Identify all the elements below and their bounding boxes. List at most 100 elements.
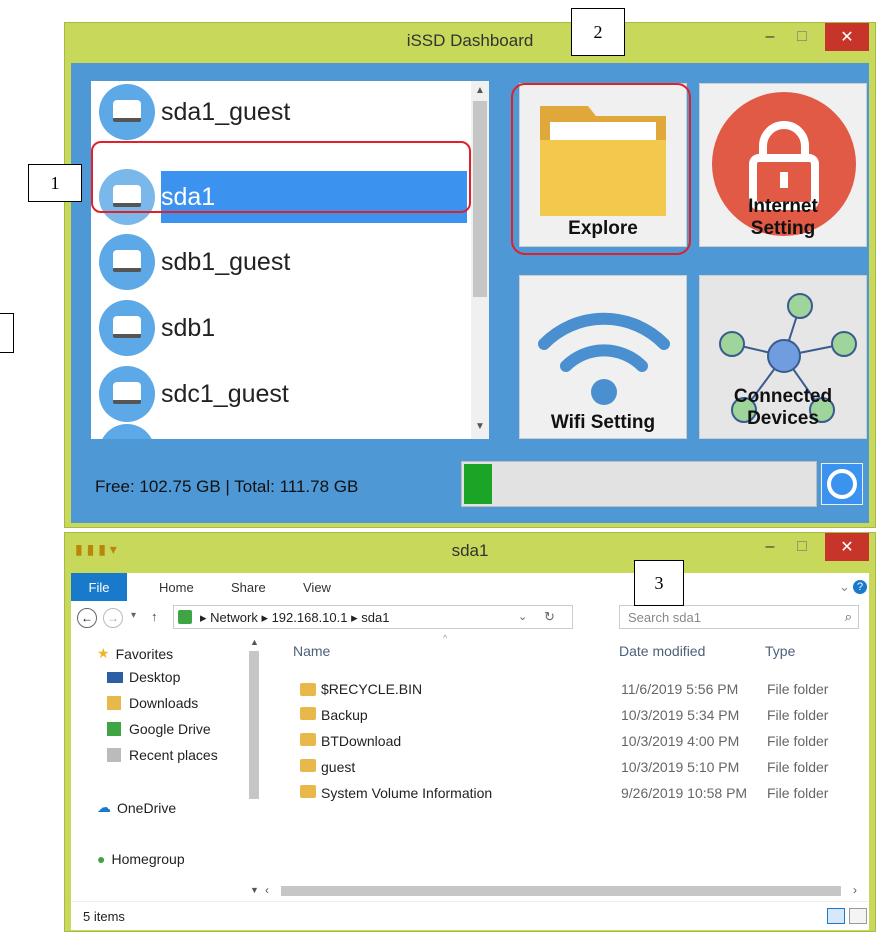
large-icons-view-icon[interactable] bbox=[849, 908, 867, 924]
folder-icon bbox=[300, 707, 316, 720]
folder-icon bbox=[300, 683, 316, 696]
folder-icon bbox=[300, 759, 316, 772]
drive-list-scrollbar[interactable]: ▲ ▼ bbox=[471, 81, 489, 439]
disk-icon bbox=[99, 300, 155, 356]
disk-icon bbox=[99, 234, 155, 290]
breadcrumb-sda1[interactable]: sda1 bbox=[361, 610, 389, 625]
minimize-button[interactable]: – bbox=[757, 533, 783, 561]
file-type: File folder bbox=[767, 733, 829, 749]
column-headers: Name ^ Date modified Type bbox=[261, 633, 869, 665]
wifi-setting-tile[interactable]: Wifi Setting bbox=[519, 275, 687, 439]
nav-favorites[interactable]: ★ Favorites bbox=[97, 645, 173, 662]
file-row[interactable]: BTDownload 10/3/2019 4:00 PM File folder bbox=[71, 729, 828, 755]
internet-setting-label: Internet Setting bbox=[748, 196, 818, 239]
breadcrumb-ip[interactable]: 192.168.10.1 bbox=[272, 610, 348, 625]
maximize-button[interactable]: □ bbox=[789, 23, 815, 51]
scroll-up-icon[interactable]: ▲ bbox=[475, 85, 485, 96]
disk-icon bbox=[99, 366, 155, 422]
scroll-down-icon[interactable]: ▼ bbox=[475, 421, 485, 432]
file-type: File folder bbox=[767, 759, 829, 775]
breadcrumb-network[interactable]: Network bbox=[210, 610, 258, 625]
back-icon[interactable]: ← bbox=[77, 608, 97, 628]
storage-text: Free: 102.75 GB | Total: 111.78 GB bbox=[95, 477, 359, 496]
tab-share[interactable]: Share bbox=[231, 573, 266, 601]
details-view-icon[interactable] bbox=[827, 908, 845, 924]
folder-icon bbox=[300, 785, 316, 798]
file-row[interactable]: Backup 10/3/2019 5:34 PM File folder bbox=[71, 703, 828, 729]
file-date: 10/3/2019 5:34 PM bbox=[621, 707, 740, 723]
column-name[interactable]: Name bbox=[293, 643, 330, 659]
file-type: File folder bbox=[767, 681, 829, 697]
minimize-button[interactable]: – bbox=[757, 23, 783, 51]
file-row[interactable]: guest 10/3/2019 5:10 PM File folder bbox=[71, 755, 828, 781]
storage-usage-bar bbox=[461, 461, 817, 507]
drive-label: sdb1 bbox=[161, 313, 216, 342]
drive-item[interactable]: sdc1 bbox=[91, 421, 487, 439]
file-list: $RECYCLE.BIN 11/6/2019 5:56 PM File fold… bbox=[71, 677, 869, 827]
storage-usage-fill bbox=[464, 464, 493, 504]
nav-favorites-label: Favorites bbox=[115, 645, 174, 662]
callout-3: 3 bbox=[634, 560, 684, 606]
forward-icon[interactable]: → bbox=[103, 608, 123, 628]
file-date: 9/26/2019 10:58 PM bbox=[621, 785, 748, 801]
item-count: 5 items bbox=[83, 909, 125, 924]
file-date: 10/3/2019 4:00 PM bbox=[621, 733, 740, 749]
scroll-right-icon[interactable]: › bbox=[853, 883, 857, 897]
explorer-body: ★ Favorites Desktop Downloads Google Driv… bbox=[71, 633, 869, 901]
tab-file[interactable]: File bbox=[71, 573, 127, 601]
drive-label: sda1_guest bbox=[161, 97, 291, 126]
up-icon[interactable]: ↑ bbox=[151, 609, 158, 624]
file-name: $RECYCLE.BIN bbox=[321, 681, 423, 697]
help-icon[interactable]: ? bbox=[853, 573, 867, 601]
nav-homegroup[interactable]: ● Homegroup bbox=[97, 851, 185, 867]
drive-item[interactable]: sdb1 bbox=[91, 297, 487, 359]
navigation-bar: ← → ▾ ↑ ▸ Network ▸ 192.168.10.1 ▸ sda1 … bbox=[71, 601, 869, 635]
address-bar[interactable]: ▸ Network ▸ 192.168.10.1 ▸ sda1 ⌄ ↻ bbox=[173, 605, 573, 629]
dashboard-panel: sda1_guest sda1 sdb1_guest sdb1 sdc1_gue… bbox=[71, 63, 869, 523]
drive-selection-outline bbox=[91, 141, 471, 213]
file-row[interactable]: System Volume Information 9/26/2019 10:5… bbox=[71, 781, 828, 807]
star-icon: ★ bbox=[97, 645, 110, 661]
scroll-down-icon[interactable]: ▼ bbox=[250, 885, 259, 895]
close-button[interactable]: ✕ bbox=[825, 533, 869, 561]
horizontal-scrollbar[interactable]: ‹ › bbox=[261, 883, 869, 899]
address-dropdown-icon[interactable]: ⌄ bbox=[518, 610, 527, 623]
network-drive-icon bbox=[178, 610, 192, 624]
refresh-icon bbox=[827, 469, 857, 499]
drive-list[interactable]: sda1_guest sda1 sdb1_guest sdb1 sdc1_gue… bbox=[91, 81, 489, 439]
file-name: BTDownload bbox=[321, 733, 402, 749]
window-title: sda1 bbox=[451, 541, 489, 560]
scroll-left-icon[interactable]: ‹ bbox=[265, 883, 269, 897]
scrollbar-thumb[interactable] bbox=[473, 101, 487, 297]
close-button[interactable]: ✕ bbox=[825, 23, 869, 51]
file-date: 10/3/2019 5:10 PM bbox=[621, 759, 740, 775]
drive-label: sdb1_guest bbox=[161, 247, 291, 276]
drive-item[interactable]: sdc1_guest bbox=[91, 363, 487, 425]
file-row[interactable]: $RECYCLE.BIN 11/6/2019 5:56 PM File fold… bbox=[71, 677, 828, 703]
drive-item[interactable]: sdb1_guest bbox=[91, 231, 487, 293]
search-icon: ⌕ bbox=[844, 609, 852, 624]
recent-locations-icon[interactable]: ▾ bbox=[131, 610, 136, 621]
search-placeholder: Search sda1 bbox=[628, 610, 701, 625]
refresh-icon[interactable]: ↻ bbox=[544, 609, 555, 625]
ribbon-tabs: File Home Share View ⌄ ? bbox=[71, 573, 869, 602]
scroll-up-icon[interactable]: ▲ bbox=[250, 637, 259, 647]
homegroup-icon: ● bbox=[97, 851, 106, 867]
refresh-button[interactable] bbox=[821, 463, 863, 505]
file-date: 11/6/2019 5:56 PM bbox=[621, 681, 739, 697]
scrollbar-thumb[interactable] bbox=[281, 886, 841, 896]
nav-homegroup-label: Homegroup bbox=[111, 851, 185, 867]
internet-setting-tile[interactable]: Internet Setting bbox=[699, 83, 867, 247]
search-box[interactable]: Search sda1 ⌕ bbox=[619, 605, 859, 629]
drive-item[interactable]: sda1_guest bbox=[91, 81, 487, 143]
tab-view[interactable]: View bbox=[303, 573, 331, 601]
tab-home[interactable]: Home bbox=[159, 573, 194, 601]
drive-label: sdc1_guest bbox=[161, 379, 289, 408]
file-type: File folder bbox=[767, 707, 829, 723]
column-date-modified[interactable]: Date modified bbox=[619, 643, 705, 659]
ribbon-expand-icon[interactable]: ⌄ bbox=[839, 573, 850, 601]
maximize-button[interactable]: □ bbox=[789, 533, 815, 561]
column-type[interactable]: Type bbox=[765, 643, 795, 659]
file-name: System Volume Information bbox=[321, 785, 493, 801]
connected-devices-tile[interactable]: Connected Devices bbox=[699, 275, 867, 439]
